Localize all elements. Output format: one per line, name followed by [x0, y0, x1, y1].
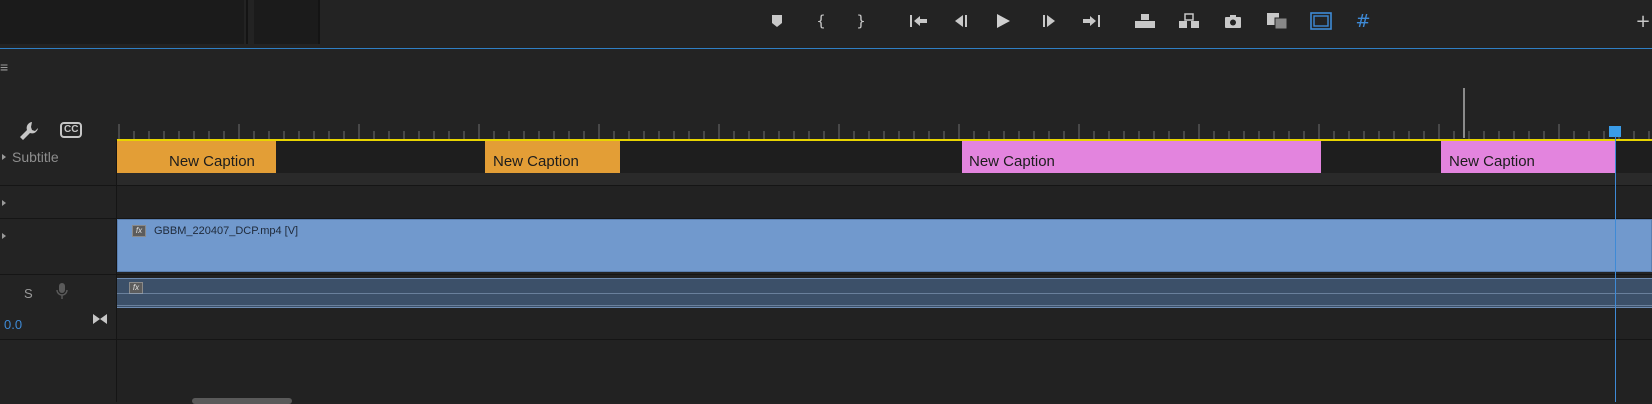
- caption-text: New Caption: [1449, 153, 1535, 170]
- panel-divider: [246, 0, 248, 44]
- mark-in-icon: {: [816, 12, 826, 30]
- solo-button[interactable]: S: [24, 286, 33, 301]
- track-divider: [0, 274, 1652, 275]
- panel-divider: [318, 0, 320, 44]
- extract-icon: [1179, 13, 1199, 28]
- marker-icon: [772, 15, 782, 27]
- expand-v1-icon[interactable]: [2, 233, 6, 239]
- plus-icon: +: [1635, 10, 1651, 32]
- microphone-icon[interactable]: [56, 282, 68, 300]
- go-to-out-icon: [1083, 15, 1100, 27]
- caption-clip[interactable]: New Caption: [117, 141, 276, 173]
- track-divider: [0, 339, 1652, 340]
- safe-margins-icon: [1310, 12, 1332, 30]
- audio-waveform: [117, 305, 1652, 306]
- expand-subtitle-icon[interactable]: [2, 154, 6, 160]
- audio-waveform: [117, 293, 1652, 294]
- expand-v2-icon[interactable]: [2, 200, 6, 206]
- fx-badge[interactable]: fx: [132, 225, 146, 237]
- step-back-button[interactable]: [948, 10, 974, 32]
- step-forward-icon: [1043, 15, 1055, 27]
- camera-icon: [1225, 14, 1241, 28]
- caption-clip[interactable]: New Caption: [485, 141, 620, 173]
- step-forward-button[interactable]: [1036, 10, 1062, 32]
- caption-text: New Caption: [969, 153, 1055, 170]
- timeline-zoom-scrollbar[interactable]: [192, 398, 292, 404]
- add-button[interactable]: +: [1630, 10, 1652, 32]
- panel-menu-icon[interactable]: ≡: [0, 60, 14, 74]
- video-clip[interactable]: fx GBBM_220407_DCP.mp4 [V]: [117, 219, 1652, 272]
- comparison-view-button[interactable]: [1264, 10, 1290, 32]
- monitor-timecode-panel: [0, 0, 244, 44]
- go-to-out-button[interactable]: [1078, 10, 1104, 32]
- video-track-2[interactable]: [117, 186, 1652, 219]
- export-frame-button[interactable]: [1220, 10, 1246, 32]
- time-ruler[interactable]: [117, 112, 1652, 140]
- safe-margins-button[interactable]: [1308, 10, 1334, 32]
- step-back-icon: [955, 15, 967, 27]
- lift-icon: [1135, 14, 1155, 28]
- track-divider: [0, 185, 1652, 186]
- wrench-icon[interactable]: [18, 120, 40, 142]
- empty-track-area[interactable]: [117, 309, 1652, 402]
- captions-icon[interactable]: CC: [60, 122, 82, 138]
- cc-label: CC: [64, 124, 79, 135]
- audio-clip[interactable]: fx: [117, 278, 1652, 308]
- grid-icon: #: [1355, 10, 1371, 32]
- video-clip-name: GBBM_220407_DCP.mp4 [V]: [154, 225, 299, 237]
- grid-button[interactable]: #: [1350, 10, 1376, 32]
- go-to-in-icon: [910, 15, 927, 27]
- extract-button[interactable]: [1176, 10, 1202, 32]
- caption-text: New Caption: [169, 153, 255, 170]
- caption-clip[interactable]: New Caption: [962, 141, 1321, 173]
- go-to-in-button[interactable]: [906, 10, 932, 32]
- marker-line: [1463, 88, 1465, 138]
- subtitle-track[interactable]: [117, 141, 1652, 173]
- mark-in-button[interactable]: {: [808, 10, 834, 32]
- add-marker-button[interactable]: [764, 10, 790, 32]
- playhead-line[interactable]: [1615, 136, 1616, 402]
- lift-button[interactable]: [1132, 10, 1158, 32]
- monitor-panel-segment: [254, 0, 318, 44]
- keyframe-bowtie-icon[interactable]: [92, 312, 108, 324]
- play-icon: [997, 14, 1010, 28]
- play-button[interactable]: [990, 10, 1016, 32]
- comparison-icon: [1267, 13, 1288, 30]
- panel-focus-line: [0, 48, 1652, 49]
- track-volume-value[interactable]: 0.0: [4, 317, 22, 332]
- mark-out-icon: }: [856, 12, 866, 30]
- mark-out-button[interactable]: }: [848, 10, 874, 32]
- caption-text: New Caption: [493, 153, 579, 170]
- subtitle-track-label: Subtitle: [12, 149, 59, 165]
- caption-clip[interactable]: New Caption: [1441, 141, 1615, 173]
- track-headers: [0, 140, 117, 402]
